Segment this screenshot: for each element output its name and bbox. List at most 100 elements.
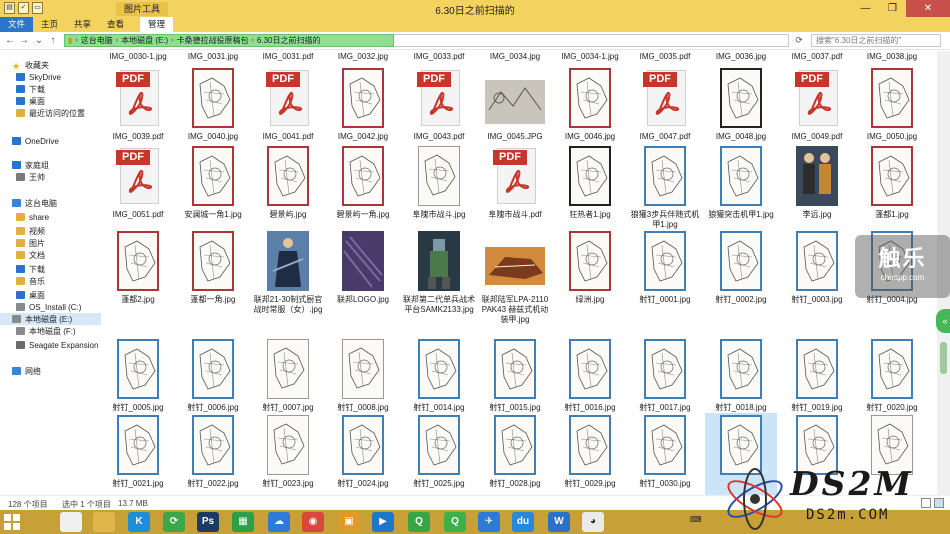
puppy-app-icon[interactable]: ◕ <box>582 512 604 532</box>
floating-assistant-icon[interactable]: « <box>936 309 950 333</box>
sidebar-item[interactable]: OS_Install (C:) <box>16 301 81 313</box>
breadcrumb-this-pc[interactable]: 这台电脑 <box>78 35 116 46</box>
file-item[interactable]: 射钉_0015.jpg <box>479 337 551 415</box>
file-item[interactable]: IMG_0046.jpg <box>554 66 626 144</box>
baidu-netdisk-icon[interactable]: ☁ <box>268 512 290 532</box>
file-item[interactable]: IMG_0036.jpg <box>705 51 777 63</box>
sidebar-item[interactable]: 本地磁盘 (F:) <box>16 325 76 337</box>
file-item[interactable]: IMG_0031.pdf <box>252 51 324 63</box>
file-item[interactable]: 射钉_0025.jpg <box>403 413 475 495</box>
iqiyi-video-icon[interactable]: Q <box>444 512 466 532</box>
file-item[interactable]: IMG_0042.jpg <box>327 66 399 144</box>
sidebar-item[interactable]: 图片 <box>16 237 45 249</box>
sidebar-item[interactable]: 下载 <box>16 83 45 95</box>
file-item[interactable]: 蓬都一角.jpg <box>177 229 249 333</box>
file-item[interactable]: 碧景屿一角.jpg <box>327 144 399 228</box>
address-bar-empty-area[interactable] <box>394 34 789 47</box>
sidebar-item[interactable]: 王帅 <box>16 171 45 183</box>
file-item[interactable]: IMG_0031.jpg <box>177 51 249 63</box>
breadcrumb-current-folder[interactable]: 6.30日之前扫描的 <box>254 35 324 46</box>
file-item[interactable]: 射钉_0008.jpg <box>327 337 399 415</box>
refresh-app-icon[interactable]: ⟳ <box>163 512 185 532</box>
search-input[interactable]: 搜索"6.30日之前扫描的" <box>811 34 941 47</box>
file-item[interactable]: 射钉_0017.jpg <box>629 337 701 415</box>
sidebar-item[interactable]: SkyDrive <box>16 71 61 83</box>
sidebar-item[interactable]: Seagate Expansion <box>16 339 98 351</box>
recent-dropdown-icon[interactable]: ⌄ <box>33 34 45 47</box>
file-item[interactable]: 蓬都1.jpg <box>856 144 928 228</box>
file-item[interactable]: 联邦陆军LPA-2110 PAK43 赫兹式机动装甲.jpg <box>479 229 551 333</box>
file-item[interactable]: 蓬都2.jpg <box>102 229 174 333</box>
sidebar-item[interactable]: share <box>16 211 49 223</box>
file-item[interactable]: 射钉_0014.jpg <box>403 337 475 415</box>
file-item[interactable]: 射钉_0002.jpg <box>705 229 777 333</box>
file-item[interactable]: 狼獾突击机甲1.jpg <box>705 144 777 228</box>
cloud-drive-icon[interactable]: du <box>512 512 534 532</box>
kk-app-icon[interactable]: K <box>128 512 150 532</box>
file-item[interactable]: 射钉_0018.jpg <box>705 337 777 415</box>
file-item[interactable]: 射钉_0022.jpg <box>177 413 249 495</box>
file-item[interactable]: 射钉_0030.jpg <box>629 413 701 495</box>
file-item[interactable]: 射钉_0020.jpg <box>856 337 928 415</box>
photoshop-icon[interactable]: Ps <box>197 512 219 532</box>
sidebar-item[interactable]: 家庭组 <box>12 159 49 171</box>
file-item[interactable]: 射钉_0003.jpg <box>781 229 853 333</box>
sidebar-item[interactable]: 音乐 <box>16 275 45 287</box>
minimize-button[interactable]: — <box>852 0 879 17</box>
file-item[interactable]: 绿洲.jpg <box>554 229 626 333</box>
file-item[interactable]: PDF IMG_0051.pdf <box>102 144 174 228</box>
file-item[interactable]: IMG_0045.JPG <box>479 66 551 144</box>
forward-arrow-icon[interactable]: → <box>18 34 30 47</box>
tab-home[interactable]: 主页 <box>33 17 66 32</box>
address-bar[interactable]: ▮ › 这台电脑 › 本地磁盘 (E:) › 卡桑德拉战役原稿包 › 6.30日… <box>64 34 394 47</box>
file-explorer-icon[interactable] <box>93 512 115 532</box>
file-manager-icon[interactable] <box>60 512 82 532</box>
sidebar-item[interactable]: 下载 <box>16 263 45 275</box>
file-item[interactable]: 射钉_0019.jpg <box>781 337 853 415</box>
tab-manage[interactable]: 管理 <box>140 17 174 32</box>
tab-share[interactable]: 共享 <box>66 17 99 32</box>
file-item[interactable]: 联邦第二代单兵战术平台SAMK2133.jpg <box>403 229 475 333</box>
sidebar-item[interactable]: 最近访问的位置 <box>16 107 85 119</box>
file-item[interactable]: IMG_0032.jpg <box>327 51 399 63</box>
store-icon[interactable]: ▦ <box>232 512 254 532</box>
file-item[interactable]: 射钉_0029.jpg <box>554 413 626 495</box>
back-arrow-icon[interactable]: ← <box>4 34 16 47</box>
file-item[interactable]: 射钉_0006.jpg <box>177 337 249 415</box>
sidebar-item[interactable]: 文档 <box>16 249 45 261</box>
keyboard-icon[interactable]: ⌨ <box>690 515 702 524</box>
file-item[interactable]: 狼獾3步兵伴随式机甲1.jpg <box>629 144 701 229</box>
sidebar-item[interactable]: 这台电脑 <box>12 197 57 209</box>
windows-start-icon[interactable] <box>4 514 20 530</box>
sidebar-item[interactable]: 桌面 <box>16 95 45 107</box>
file-item[interactable]: PDF IMG_0039.pdf <box>102 66 174 144</box>
sidebar-item[interactable]: ★ 收藏夹 <box>12 59 49 72</box>
breadcrumb-drive-e[interactable]: 本地磁盘 (E:) <box>118 35 171 46</box>
file-item[interactable]: 狂热者1.jpg <box>554 144 626 228</box>
sidebar-item[interactable]: OneDrive <box>12 135 59 147</box>
wps-writer-icon[interactable]: W <box>548 512 570 532</box>
file-item[interactable]: 李远.jpg <box>781 144 853 228</box>
file-item[interactable]: 射钉_0005.jpg <box>102 337 174 415</box>
file-item[interactable]: IMG_0037.pdf <box>781 51 853 63</box>
sidebar-item[interactable]: 网络 <box>12 365 41 377</box>
file-item[interactable]: IMG_0050.jpg <box>856 66 928 144</box>
file-item[interactable]: PDF IMG_0047.pdf <box>629 66 701 144</box>
file-item[interactable]: IMG_0033.pdf <box>403 51 475 63</box>
file-item[interactable]: 联邦21-30制式厨官战时常服（女）.jpg <box>252 229 324 333</box>
file-item[interactable]: 联邦LOGO.jpg <box>327 229 399 333</box>
file-item[interactable]: 射钉_0023.jpg <box>252 413 324 495</box>
tab-file[interactable]: 文件 <box>0 17 33 32</box>
sidebar-item[interactable]: 视频 <box>16 225 45 237</box>
file-item[interactable]: IMG_0038.jpg <box>856 51 928 63</box>
breadcrumb-project-folder[interactable]: 卡桑德拉战役原稿包 <box>174 35 252 46</box>
sidebar-item[interactable]: 本地磁盘 (E:) <box>0 313 101 325</box>
file-item[interactable]: 射钉_0028.jpg <box>479 413 551 495</box>
tab-view[interactable]: 查看 <box>99 17 132 32</box>
file-item[interactable]: 碧景屿.jpg <box>252 144 324 228</box>
bird-app-icon[interactable]: ✈ <box>478 512 500 532</box>
file-item[interactable]: 射钉_0007.jpg <box>252 337 324 415</box>
file-item[interactable]: 射钉_0021.jpg <box>102 413 174 495</box>
maximize-button[interactable]: ❐ <box>879 0 906 17</box>
file-item[interactable]: IMG_0034.jpg <box>479 51 551 63</box>
